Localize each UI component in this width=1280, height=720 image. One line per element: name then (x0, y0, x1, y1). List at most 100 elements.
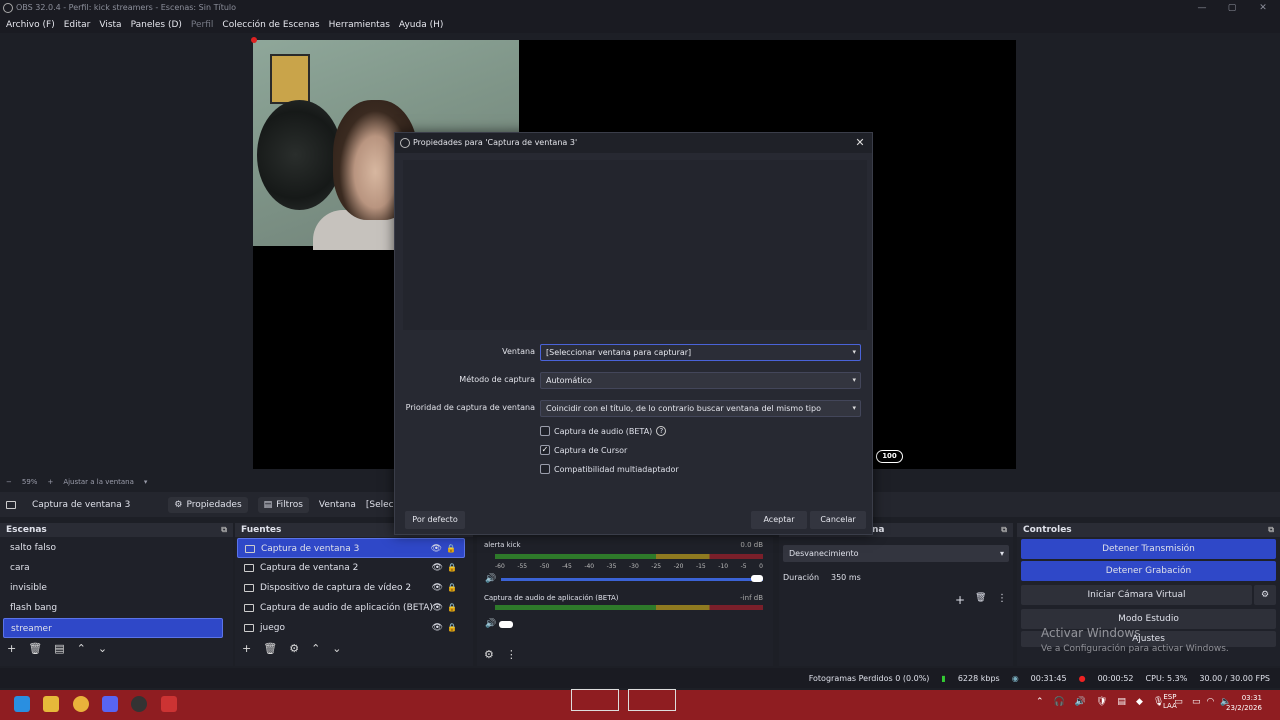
menu-tools[interactable]: Herramientas (329, 20, 390, 30)
arrow-up-icon[interactable]: ⌃ (77, 642, 86, 655)
source-item[interactable]: juego 👁 🔒 (237, 618, 465, 638)
minimize-icon[interactable]: — (1187, 0, 1217, 16)
volume-icon[interactable]: 🔊 (1075, 697, 1086, 707)
headphones-icon[interactable]: 🎧 (1054, 697, 1065, 707)
trash-icon[interactable]: 🗑 (975, 593, 986, 603)
source-item[interactable]: Captura de audio de aplicación (BETA) 👁 🔒 (237, 598, 465, 618)
stop-recording-button[interactable]: Detener Grabación (1021, 561, 1276, 581)
filter-icon[interactable]: ▤ (54, 642, 64, 655)
gear-icon[interactable]: ⚙ (289, 642, 299, 655)
volume-slider-handle[interactable] (499, 621, 513, 628)
undock-icon[interactable]: ⧉ (221, 523, 227, 537)
scene-item-selected[interactable]: streamer (3, 618, 223, 638)
network-icon[interactable]: ▤ (1117, 697, 1126, 707)
more-icon[interactable]: ⋮ (997, 593, 1007, 604)
more-icon[interactable]: ⋮ (506, 648, 517, 661)
audio-capture-checkbox[interactable] (540, 426, 550, 436)
close-window-icon[interactable]: ✕ (1248, 0, 1278, 16)
source-item[interactable]: Dispositivo de captura de vídeo 2 👁 🔒 (237, 578, 465, 598)
start-virtual-camera-button[interactable]: Iniciar Cámara Virtual (1021, 585, 1252, 605)
duration-input[interactable]: 350 ms (827, 569, 1009, 586)
add-icon[interactable]: + (242, 642, 251, 655)
properties-button[interactable]: ⚙ Propiedades (168, 496, 248, 513)
speaker-icon[interactable]: 🔊 (485, 619, 496, 629)
lock-icon[interactable]: 🔒 (446, 539, 456, 559)
eye-icon[interactable]: 👁 (431, 539, 442, 559)
gear-icon[interactable]: ⚙ (1254, 585, 1276, 605)
volume-slider[interactable] (501, 578, 763, 581)
volume-slider-handle[interactable] (751, 575, 763, 582)
window-thumbnail[interactable] (628, 689, 676, 711)
speaker-icon[interactable]: 🔊 (485, 574, 496, 584)
source-item[interactable]: Captura de ventana 2 👁 🔒 (237, 558, 465, 578)
capture-priority-select[interactable]: Coincidir con el título, de lo contrario… (540, 400, 861, 417)
selection-handle[interactable] (251, 37, 257, 43)
lock-icon[interactable]: 🔒 (447, 598, 457, 618)
defaults-button[interactable]: Por defecto (405, 511, 465, 529)
close-icon[interactable]: ✕ (852, 135, 868, 151)
zoom-out-icon[interactable]: − (6, 478, 12, 486)
zoom-in-icon[interactable]: + (47, 478, 53, 486)
menu-file[interactable]: Archivo (F) (6, 20, 55, 30)
capture-method-select[interactable]: Automático ▾ (540, 372, 861, 389)
arrow-up-icon[interactable]: ⌃ (311, 642, 320, 655)
obs-icon[interactable] (131, 696, 147, 712)
audio-capture-row[interactable]: Captura de audio (BETA) ? (540, 425, 667, 437)
clock[interactable]: 03:31 23/2/2026 (1226, 693, 1262, 713)
windows-start-icon[interactable] (14, 696, 30, 712)
language-indicator[interactable]: ESP LAA (1163, 693, 1177, 711)
cancel-button[interactable]: Cancelar (810, 511, 866, 529)
menu-edit[interactable]: Editar (64, 20, 91, 30)
chrome-icon[interactable] (73, 696, 89, 712)
monitor-icon[interactable]: ▭ (1192, 697, 1201, 707)
help-icon[interactable]: ? (656, 426, 667, 436)
chevron-up-icon[interactable]: ⌃ (1036, 697, 1044, 707)
menu-help[interactable]: Ayuda (H) (399, 20, 443, 30)
ok-button[interactable]: Aceptar (751, 511, 807, 529)
transition-select[interactable]: Desvanecimiento ▾ (783, 545, 1009, 562)
discord-icon[interactable] (102, 696, 118, 712)
gear-icon[interactable]: ⚙ (484, 648, 494, 661)
menu-view[interactable]: Vista (99, 20, 121, 30)
meter-scale-tick: -55 (517, 563, 528, 570)
undock-icon[interactable]: ⧉ (1268, 523, 1274, 537)
menu-profile[interactable]: Perfil (191, 20, 214, 30)
scene-item[interactable]: salto falso (3, 538, 223, 558)
window-select[interactable]: [Seleccionar ventana para capturar] ▾ (540, 344, 861, 361)
zoom-fit-select[interactable]: Ajustar a la ventana (63, 478, 134, 486)
app-tray-icon[interactable]: ◆ (1136, 697, 1143, 707)
add-icon[interactable]: + (7, 642, 16, 655)
lock-icon[interactable]: 🔒 (447, 578, 457, 598)
cursor-capture-row[interactable]: ✓ Captura de Cursor (540, 444, 627, 456)
multiadapter-row[interactable]: Compatibilidad multiadaptador (540, 463, 679, 475)
add-icon[interactable]: + (955, 593, 965, 607)
trash-icon[interactable]: 🗑 (28, 642, 42, 655)
chevron-down-icon[interactable]: ▾ (144, 478, 148, 486)
scene-item[interactable]: invisible (3, 578, 223, 598)
eye-icon[interactable]: 👁 (432, 618, 443, 638)
wifi-icon[interactable]: ◠ (1207, 697, 1215, 707)
arrow-down-icon[interactable]: ⌄ (98, 642, 107, 655)
lock-icon[interactable]: 🔒 (447, 558, 457, 578)
menu-docks[interactable]: Paneles (D) (131, 20, 182, 30)
arrow-down-icon[interactable]: ⌄ (332, 642, 341, 655)
eye-icon[interactable]: 👁 (432, 578, 443, 598)
file-explorer-icon[interactable] (43, 696, 59, 712)
source-item-selected[interactable]: Captura de ventana 3 👁 🔒 (237, 538, 465, 558)
shield-icon[interactable]: 🛡 (1096, 697, 1107, 707)
trash-icon[interactable]: 🗑 (263, 642, 277, 655)
undock-icon[interactable]: ⧉ (1001, 523, 1007, 537)
app-icon[interactable] (161, 696, 177, 712)
stop-stream-button[interactable]: Detener Transmisión (1021, 539, 1276, 559)
filters-button[interactable]: ▤ Filtros (257, 496, 309, 513)
window-thumbnail[interactable] (571, 689, 619, 711)
eye-icon[interactable]: 👁 (432, 558, 443, 578)
multiadapter-checkbox[interactable] (540, 464, 550, 474)
menu-scene-collection[interactable]: Colección de Escenas (222, 20, 319, 30)
eye-icon[interactable]: 👁 (432, 598, 443, 618)
lock-icon[interactable]: 🔒 (447, 618, 457, 638)
cursor-capture-checkbox[interactable]: ✓ (540, 445, 550, 455)
scene-item[interactable]: cara (3, 558, 223, 578)
scene-item[interactable]: flash bang (3, 598, 223, 618)
maximize-icon[interactable]: ▢ (1217, 0, 1247, 16)
